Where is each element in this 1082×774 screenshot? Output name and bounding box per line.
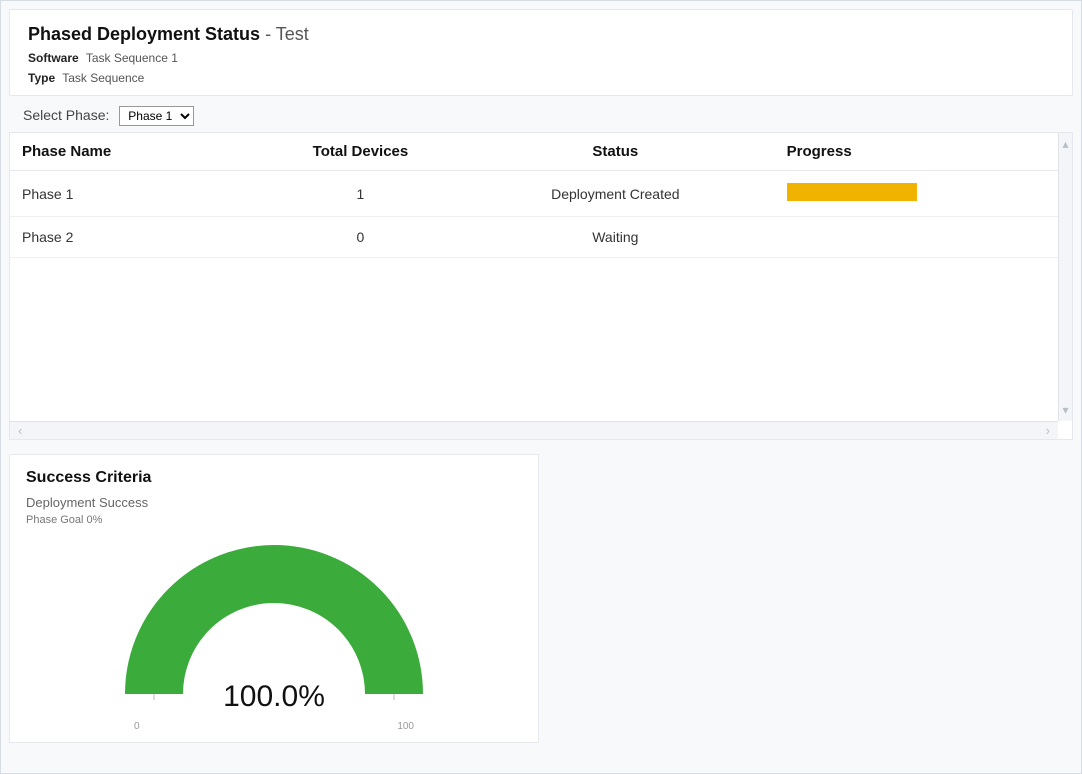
- success-goal: Phase Goal 0%: [26, 514, 522, 526]
- software-value: Task Sequence 1: [86, 51, 178, 65]
- success-criteria-card: Success Criteria Deployment Success Phas…: [9, 454, 539, 743]
- header-card: Phased Deployment Status - Test Software…: [9, 9, 1073, 96]
- scroll-down-icon[interactable]: ▾: [1062, 403, 1068, 417]
- col-header-name: Phase Name: [10, 133, 265, 171]
- success-subtitle: Deployment Success: [26, 495, 522, 510]
- scroll-left-icon[interactable]: ‹: [18, 423, 22, 438]
- type-value: Task Sequence: [62, 71, 144, 85]
- phases-table-scroll: Phase Name Total Devices Status Progress…: [10, 133, 1072, 403]
- phase-selector-label: Select Phase:: [23, 107, 109, 123]
- cell-status: Waiting: [456, 217, 775, 258]
- scroll-right-icon[interactable]: ›: [1046, 423, 1050, 438]
- col-header-status: Status: [456, 133, 775, 171]
- cell-progress: [775, 171, 1072, 217]
- page-title: Phased Deployment Status - Test: [28, 24, 1054, 45]
- table-row[interactable]: Phase 2 0 Waiting: [10, 217, 1072, 258]
- phases-table: Phase Name Total Devices Status Progress…: [10, 133, 1072, 258]
- phase-selector-row: Select Phase: Phase 1 Phase 2: [9, 96, 1073, 132]
- success-title: Success Criteria: [26, 469, 522, 487]
- gauge-arc: [154, 574, 394, 694]
- title-suffix: - Test: [260, 24, 309, 44]
- horizontal-scrollbar[interactable]: ‹ ›: [10, 421, 1058, 439]
- phases-header-row: Phase Name Total Devices Status Progress: [10, 133, 1072, 171]
- cell-devices: 1: [265, 171, 456, 217]
- gauge-tick-max: 100: [397, 721, 414, 732]
- software-line: Software Task Sequence 1: [28, 51, 1054, 65]
- col-header-progress: Progress: [775, 133, 1072, 171]
- type-label: Type: [28, 71, 55, 85]
- gauge-chart: 100.0% 0 100: [114, 534, 434, 734]
- title-main: Phased Deployment Status: [28, 24, 260, 44]
- col-header-devices: Total Devices: [265, 133, 456, 171]
- type-line: Type Task Sequence: [28, 71, 1054, 85]
- gauge-ticks: 0 100: [114, 721, 434, 732]
- phase-select[interactable]: Phase 1 Phase 2: [119, 106, 194, 126]
- gauge-svg: [124, 534, 424, 704]
- cell-name: Phase 1: [10, 171, 265, 217]
- progress-bar: [787, 183, 917, 201]
- gauge-tick-min: 0: [134, 721, 140, 732]
- cell-devices: 0: [265, 217, 456, 258]
- cell-status: Deployment Created: [456, 171, 775, 217]
- software-label: Software: [28, 51, 79, 65]
- scroll-up-icon[interactable]: ▴: [1062, 137, 1068, 151]
- table-row[interactable]: Phase 1 1 Deployment Created: [10, 171, 1072, 217]
- gauge-percent-label: 100.0%: [114, 680, 434, 714]
- cell-name: Phase 2: [10, 217, 265, 258]
- deployment-status-window: Phased Deployment Status - Test Software…: [0, 0, 1082, 774]
- vertical-scrollbar[interactable]: ▴ ▾: [1058, 133, 1072, 421]
- cell-progress: [775, 217, 1072, 258]
- phases-table-panel: Phase Name Total Devices Status Progress…: [9, 132, 1073, 440]
